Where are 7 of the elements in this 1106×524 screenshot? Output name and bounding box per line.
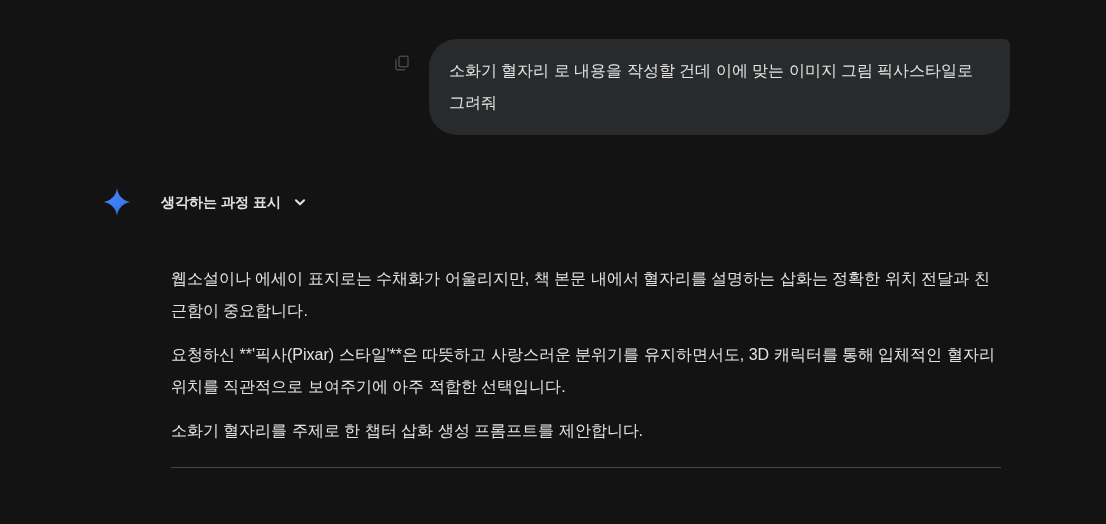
sparkle-icon (102, 187, 132, 217)
response-paragraph: 웹소설이나 에세이 표지로는 수채화가 어울리지만, 책 본문 내에서 혈자리를 설명하는 삽화는 정확한 위치 전달과 친근함이 중요합니다. (171, 269, 991, 321)
thinking-toggle[interactable]: 생각하는 과정 표시 (161, 191, 307, 213)
user-message: 소화기 혈자리 로 내용을 작성할 건데 이에 맞는 이미지 그림 픽사스타일로 그려줘 (429, 39, 1010, 135)
copy-icon[interactable] (393, 54, 411, 72)
response-paragraph: 소화기 혈자리를 주제로 한 챕터 삽화 생성 프롬프트를 제안합니다. (171, 421, 644, 441)
response-paragraph: 요청하신 **'픽사(Pixar) 스타일'**은 따뜻하고 사랑스러운 분위기를 유지하면서도, 3D 캐릭터를 통해 입체적인 혈자리 위치를 직관적으로 보여주기에 아주 적합한 선택입니다. (171, 345, 996, 397)
